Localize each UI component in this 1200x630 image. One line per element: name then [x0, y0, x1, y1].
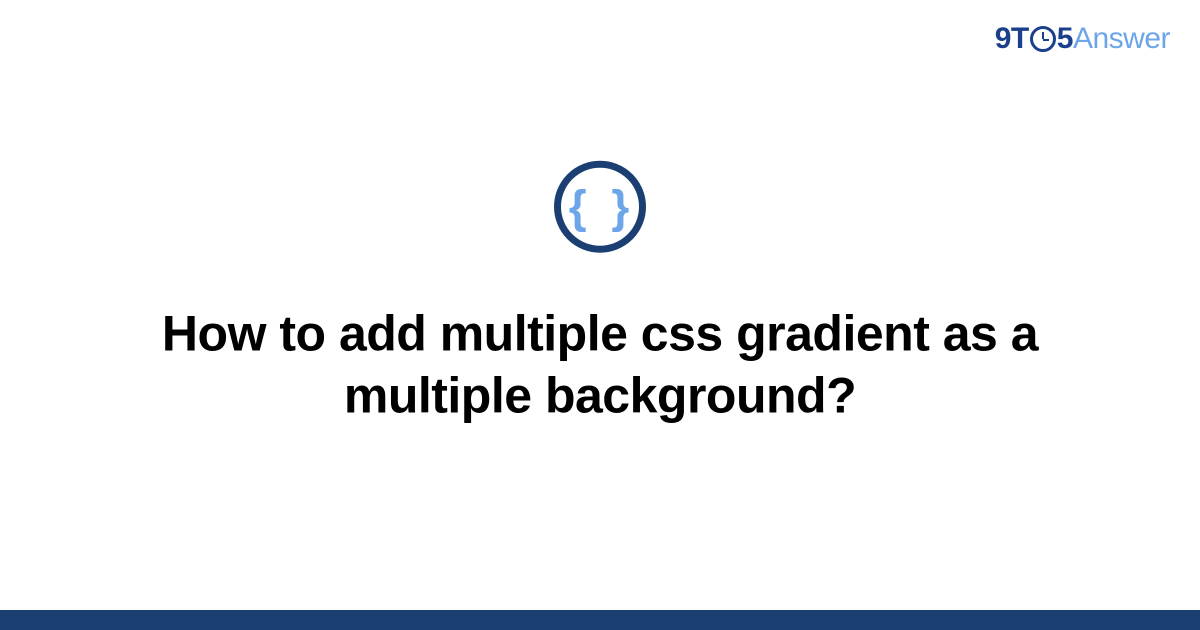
clock-icon [1030, 26, 1056, 52]
header: 9T 5 Answer [0, 0, 1200, 56]
logo-text-prefix: 9T [995, 22, 1029, 56]
code-braces-icon: { } [554, 161, 646, 253]
logo-text-answer: Answer [1073, 22, 1170, 56]
site-logo: 9T 5 Answer [995, 22, 1170, 56]
logo-text-suffix: 5 [1057, 22, 1073, 56]
main-content: { } How to add multiple css gradient as … [0, 161, 1200, 427]
page-title: How to add multiple css gradient as a mu… [100, 303, 1100, 427]
braces-glyph: { } [569, 184, 636, 230]
footer-bar [0, 610, 1200, 630]
